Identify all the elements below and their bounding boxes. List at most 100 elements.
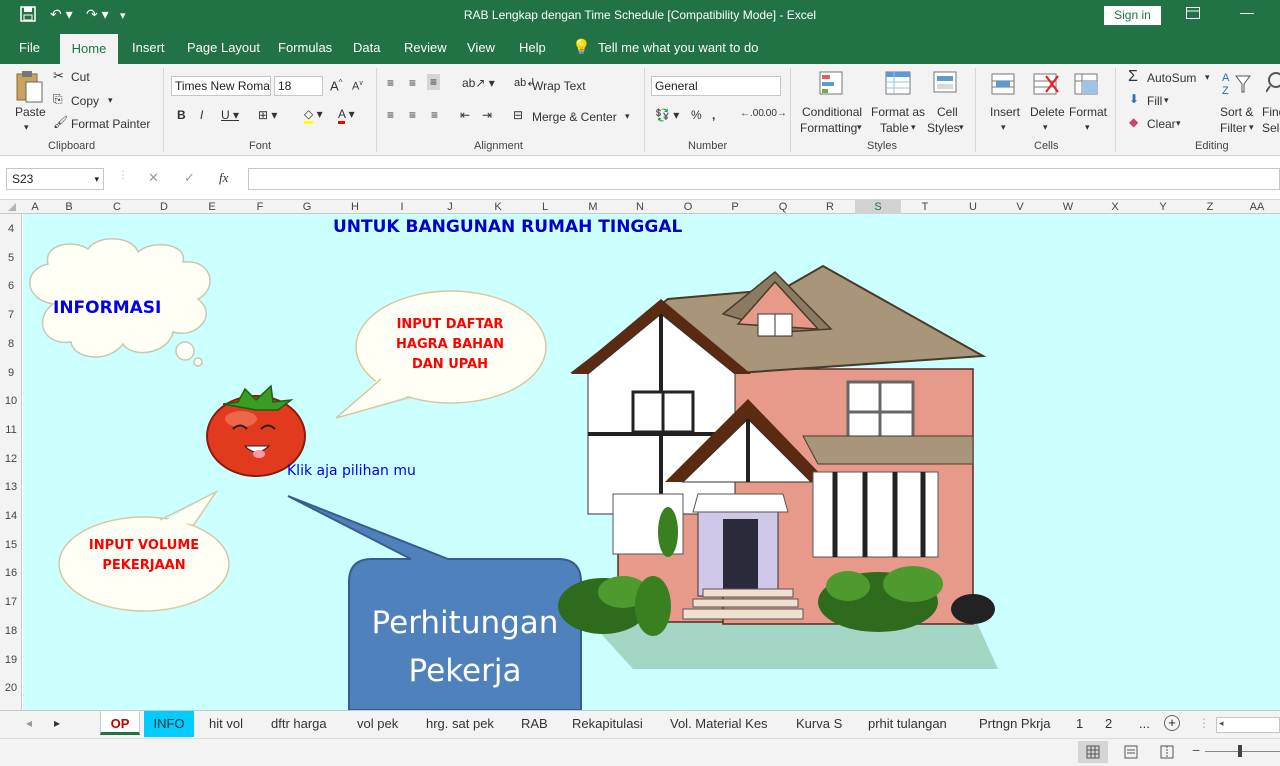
row-header-9[interactable]: 9	[0, 367, 22, 379]
insert-cells-icon[interactable]	[990, 70, 1018, 101]
row-header-11[interactable]: 11	[0, 424, 22, 436]
enter-icon[interactable]: ✓	[184, 170, 195, 186]
zoom-out-icon[interactable]: −	[1192, 742, 1200, 758]
menu-view[interactable]: View	[467, 40, 495, 55]
find-select-icon[interactable]	[1265, 70, 1280, 101]
format-cells-dropdown-icon[interactable]: ▾	[1085, 122, 1090, 133]
decrease-decimal-icon[interactable]: .00→	[763, 108, 787, 119]
normal-view-icon[interactable]	[1078, 741, 1108, 763]
scroll-left-icon[interactable]: ◂	[1219, 718, 1224, 729]
underline-icon[interactable]: U ▾	[221, 108, 239, 122]
conditional-formatting-icon[interactable]	[818, 70, 846, 101]
tab-vol-material-kes[interactable]: Vol. Material Kes	[670, 716, 768, 731]
column-header-k[interactable]: K	[478, 200, 518, 214]
sign-in-button[interactable]: Sign in	[1104, 6, 1161, 25]
find-select-button[interactable]: Find	[1262, 105, 1280, 119]
zoom-slider-thumb[interactable]	[1238, 745, 1242, 757]
column-header-w[interactable]: W	[1048, 200, 1088, 214]
tab-2[interactable]: 2	[1105, 716, 1112, 731]
formula-input[interactable]	[248, 168, 1280, 190]
borders-icon[interactable]: ⊞ ▾	[258, 108, 277, 122]
tab-rekapitulasi[interactable]: Rekapitulasi	[572, 716, 643, 731]
increase-font-icon[interactable]: A^	[330, 78, 342, 93]
column-header-i[interactable]: I	[382, 200, 422, 214]
bold-icon[interactable]: B	[177, 108, 186, 122]
row-header-19[interactable]: 19	[0, 654, 22, 666]
align-left-icon[interactable]: ≡	[387, 108, 394, 122]
fill-dropdown-icon[interactable]: ▾	[1164, 95, 1169, 106]
top-align-icon[interactable]: ≡	[387, 76, 394, 90]
row-header-16[interactable]: 16	[0, 567, 22, 579]
column-header-o[interactable]: O	[668, 200, 708, 214]
row-header-8[interactable]: 8	[0, 338, 22, 350]
tab-op[interactable]: OP	[100, 711, 140, 735]
merge-dropdown-icon[interactable]: ▾	[625, 111, 630, 122]
row-header-6[interactable]: 6	[0, 280, 22, 292]
column-header-v[interactable]: V	[1000, 200, 1040, 214]
column-header-f[interactable]: F	[240, 200, 280, 214]
tell-me-search[interactable]: Tell me what you want to do	[598, 40, 758, 55]
tab-hrg-sat-pek[interactable]: hrg. sat pek	[426, 716, 494, 731]
cut-button[interactable]: Cut	[71, 70, 90, 84]
column-header-b[interactable]: B	[49, 200, 89, 214]
font-color-icon[interactable]: A ▾	[338, 107, 355, 124]
column-header-j[interactable]: J	[430, 200, 470, 214]
tab-rab[interactable]: RAB	[521, 716, 548, 731]
merge-icon[interactable]: ⊟	[513, 108, 523, 122]
format-cells-icon[interactable]	[1073, 70, 1101, 101]
autosum-button[interactable]: AutoSum	[1147, 71, 1196, 85]
scroll-tabs-right-icon[interactable]: ▸	[54, 716, 60, 730]
tab-prtngn-pkrja[interactable]: Prtngn Pkrja	[979, 716, 1051, 731]
fill-icon[interactable]: ⬇	[1129, 92, 1139, 106]
insert-cells-dropdown-icon[interactable]: ▾	[1001, 122, 1006, 133]
bottom-align-icon[interactable]: ≡	[427, 74, 441, 90]
number-format-select[interactable]: General	[651, 76, 781, 96]
delete-cells-icon[interactable]	[1032, 70, 1060, 101]
horizontal-scrollbar[interactable]: ◂	[1216, 717, 1280, 733]
row-header-13[interactable]: 13	[0, 481, 22, 493]
format-as-table-icon[interactable]	[884, 70, 912, 101]
menu-insert[interactable]: Insert	[132, 40, 165, 55]
tab-kurva-s[interactable]: Kurva S	[796, 716, 842, 731]
autosum-icon[interactable]: Σ	[1128, 68, 1138, 86]
column-header-aa[interactable]: AA	[1237, 200, 1277, 214]
delete-cells-button[interactable]: Delete	[1030, 105, 1065, 119]
paste-button[interactable]: Paste	[15, 105, 46, 119]
column-header-z[interactable]: Z	[1190, 200, 1230, 214]
format-painter-icon[interactable]: 🖌	[53, 115, 68, 129]
column-header-p[interactable]: P	[715, 200, 755, 214]
tab-hit-vol[interactable]: hit vol	[209, 716, 243, 731]
row-header-14[interactable]: 14	[0, 510, 22, 522]
row-header-7[interactable]: 7	[0, 309, 22, 321]
fill-color-icon[interactable]: ◇ ▾	[304, 107, 323, 124]
autosum-dropdown-icon[interactable]: ▾	[1205, 72, 1210, 83]
menu-data[interactable]: Data	[353, 40, 380, 55]
cell-styles-button[interactable]: Cell	[937, 105, 958, 119]
name-box[interactable]: S23 ▾	[6, 168, 104, 190]
column-header-c[interactable]: C	[97, 200, 137, 214]
cell-styles-icon[interactable]	[932, 70, 960, 101]
minimize-icon[interactable]: —	[1240, 4, 1254, 20]
cut-icon[interactable]: ✂	[53, 68, 64, 84]
orientation-icon[interactable]: ab↗ ▾	[462, 76, 495, 90]
informasi-label[interactable]: INFORMASI	[53, 298, 161, 318]
font-size-select[interactable]: 18	[274, 76, 323, 96]
menu-review[interactable]: Review	[404, 40, 447, 55]
page-layout-view-icon[interactable]	[1124, 745, 1138, 762]
menu-help[interactable]: Help	[519, 40, 546, 55]
ribbon-display-icon[interactable]	[1186, 6, 1200, 22]
perhitungan-pekerja-button[interactable]: Perhitungan Pekerja	[349, 599, 581, 695]
column-header-e[interactable]: E	[192, 200, 232, 214]
menu-page-layout[interactable]: Page Layout	[187, 40, 260, 55]
increase-indent-icon[interactable]: ⇥	[482, 108, 492, 122]
row-header-4[interactable]: 4	[0, 223, 22, 235]
decrease-indent-icon[interactable]: ⇤	[460, 108, 470, 122]
format-as-table-button[interactable]: Format as	[871, 105, 925, 119]
row-header-20[interactable]: 20	[0, 682, 22, 694]
column-header-r[interactable]: R	[810, 200, 850, 214]
tab-info[interactable]: INFO	[144, 711, 194, 737]
scroll-tabs-left-icon[interactable]: ◂	[26, 716, 32, 730]
column-header-u[interactable]: U	[953, 200, 993, 214]
align-right-icon[interactable]: ≡	[431, 108, 438, 122]
column-header-x[interactable]: X	[1095, 200, 1135, 214]
